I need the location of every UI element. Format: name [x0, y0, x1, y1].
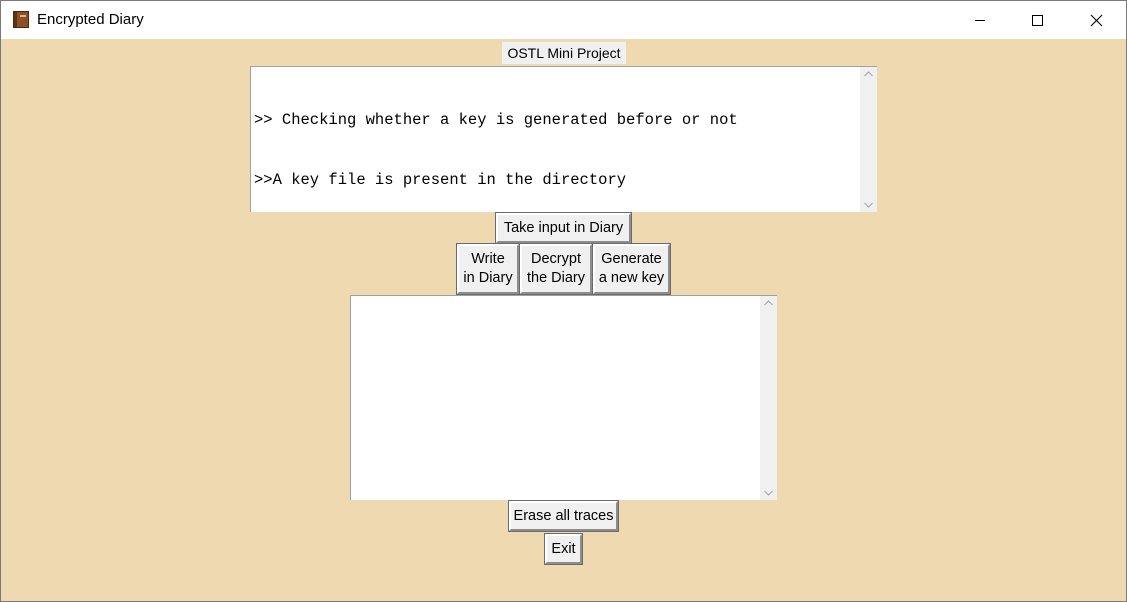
maximize-button[interactable]	[1009, 1, 1067, 39]
diary-input-textbox[interactable]	[350, 295, 777, 500]
window-title: Encrypted Diary	[37, 11, 144, 28]
app-window: Encrypted Diary OSTL Mini Project >> Che…	[0, 0, 1127, 602]
title-bar[interactable]: Encrypted Diary	[1, 1, 1126, 39]
generate-key-button[interactable]: Generate a new key	[592, 243, 671, 295]
scroll-up-icon[interactable]	[764, 300, 773, 306]
log-output-textbox[interactable]: >> Checking whether a key is generated b…	[250, 66, 877, 212]
write-label-line1: Write	[471, 251, 505, 267]
generate-label-line2: a new key	[598, 270, 665, 286]
log-scrollbar[interactable]	[860, 67, 877, 212]
close-icon	[1090, 14, 1103, 27]
decrypt-label-line2: the Diary	[526, 270, 586, 286]
exit-button[interactable]: Exit	[544, 533, 583, 565]
maximize-icon	[1032, 15, 1043, 26]
input-scrollbar[interactable]	[760, 296, 777, 500]
diary-book-icon	[13, 11, 29, 28]
log-line: >> Checking whether a key is generated b…	[254, 111, 738, 129]
scroll-down-icon[interactable]	[864, 202, 873, 208]
minimize-icon	[975, 20, 985, 21]
close-button[interactable]	[1067, 1, 1125, 39]
erase-all-traces-button[interactable]: Erase all traces	[508, 500, 619, 532]
scroll-up-icon[interactable]	[864, 71, 873, 77]
take-input-button[interactable]: Take input in Diary	[495, 212, 632, 244]
decrypt-diary-button[interactable]: Decrypt the Diary	[519, 243, 593, 295]
write-in-diary-button[interactable]: Write in Diary	[456, 243, 520, 295]
project-title-label: OSTL Mini Project	[502, 42, 626, 64]
log-line: >>A key file is present in the directory	[254, 171, 627, 189]
log-text: >> Checking whether a key is generated b…	[254, 70, 854, 230]
minimize-button[interactable]	[951, 1, 1009, 39]
write-label-line2: in Diary	[463, 270, 513, 286]
decrypt-label-line1: Decrypt	[531, 251, 581, 267]
generate-label-line1: Generate	[601, 251, 662, 267]
scroll-down-icon[interactable]	[764, 490, 773, 496]
